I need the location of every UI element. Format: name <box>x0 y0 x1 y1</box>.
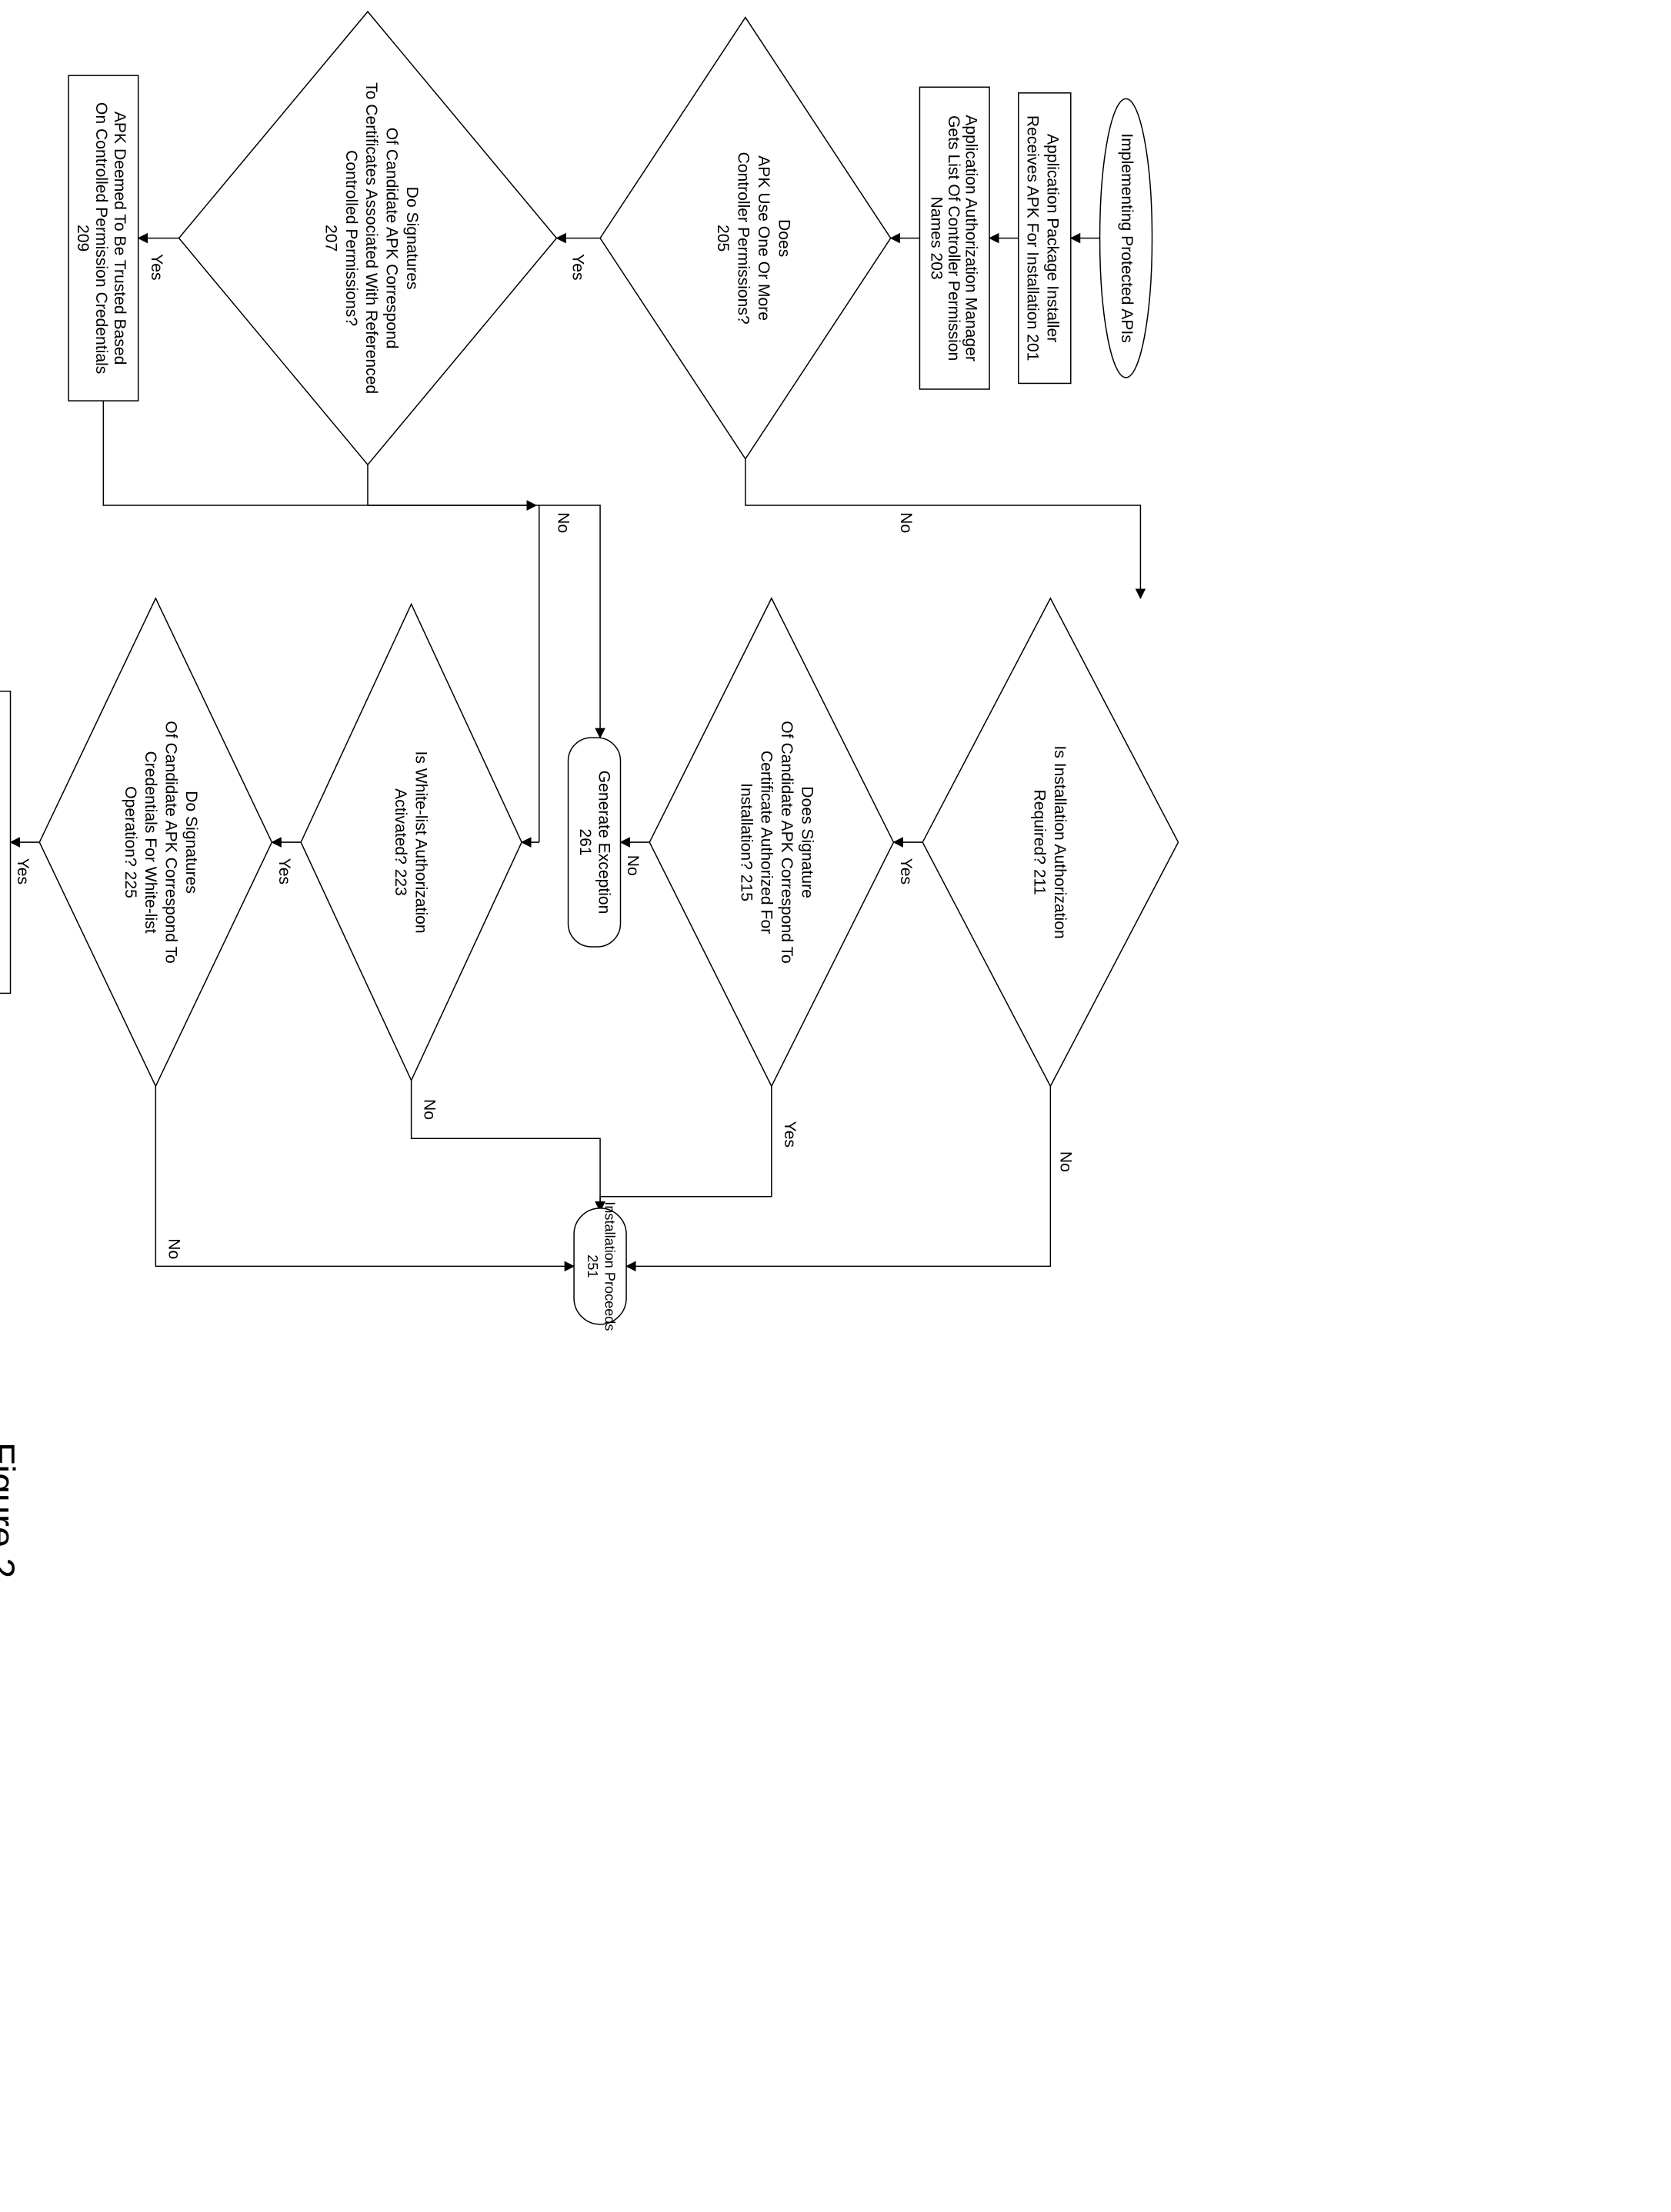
edge-215-yes <box>600 1086 772 1211</box>
text-205d: 205 <box>714 225 732 252</box>
label-225-yes: Yes <box>14 858 32 884</box>
text-211b: Required? 211 <box>1031 790 1049 895</box>
text-201a: Application Package Installer <box>1043 134 1061 342</box>
text-227a: Save APK To White-list Elibility List <box>0 717 1 968</box>
text-209c: 209 <box>74 225 92 252</box>
text-203a: Application Authorization Manager <box>962 115 980 361</box>
label-205-no: No <box>897 512 915 533</box>
edge-225-no <box>155 1086 574 1266</box>
text-211a: Is Installation Authorization <box>1051 745 1069 938</box>
text-251b: 251 <box>585 1254 600 1278</box>
text-205a: Does <box>775 219 792 257</box>
start-text: Implementing Protected APIs <box>1118 133 1136 342</box>
edge-223-no <box>412 1081 600 1211</box>
text-205b: APK Use One Or More <box>755 155 772 321</box>
figure-label: Figure 2 <box>0 1442 22 1578</box>
text-207a: Do Signatures <box>403 187 421 290</box>
text-215c: Certificate Authorized For <box>758 751 775 934</box>
text-215a: Does Signature <box>799 786 816 898</box>
text-207c: To Certificates Associated With Referenc… <box>362 82 380 394</box>
text-225d: Operation? 225 <box>122 786 139 898</box>
label-225-no: No <box>165 1238 182 1259</box>
label-207-no: No <box>554 512 572 533</box>
diamond-211 <box>922 598 1178 1086</box>
text-251a: Installation Proceeds <box>602 1201 618 1331</box>
text-215b: Of Candidate APK Correspond To <box>778 721 795 964</box>
diamond-223 <box>301 604 522 1080</box>
box-227 <box>0 691 11 994</box>
text-207e: 207 <box>322 225 339 252</box>
text-209a: APK Deemed To Be Trusted Based <box>111 112 128 365</box>
label-223-no: No <box>421 1099 439 1120</box>
text-207b: Of Candidate APK Correspond <box>383 128 401 349</box>
text-225b: Of Candidate APK Correspond To <box>162 721 180 964</box>
text-225c: Credentials For White-list <box>142 751 159 933</box>
edge-211-no <box>626 1086 1050 1266</box>
label-205-yes: Yes <box>569 254 586 280</box>
text-203b: Gets List Of Controller Permission <box>945 115 962 361</box>
text-225a: Do Signatures <box>182 791 200 894</box>
text-203c: Names 203 <box>927 197 945 280</box>
text-205c: Controller Permissions? <box>735 152 752 325</box>
text-223a: Is White-list Authorization <box>412 751 429 933</box>
text-207d: Controlled Permissions? <box>342 150 360 326</box>
text-215d: Installation? 215 <box>737 783 755 901</box>
label-211-no: No <box>1057 1151 1075 1172</box>
edge-205-no <box>745 459 1141 598</box>
label-223-yes: Yes <box>275 858 293 884</box>
text-261b: 261 <box>576 828 594 855</box>
label-211-yes: Yes <box>897 858 915 884</box>
text-223b: Activated? 223 <box>392 788 409 896</box>
edge-209-223 <box>103 401 536 505</box>
text-201b: Receives APK For Installation 201 <box>1024 115 1042 361</box>
text-261a: Generate Exception <box>595 771 612 914</box>
text-209b: On Controlled Permission Credentials <box>92 102 110 374</box>
label-207-yes: Yes <box>148 254 165 280</box>
label-215-no: No <box>624 855 642 876</box>
label-215-yes: Yes <box>781 1121 799 1148</box>
